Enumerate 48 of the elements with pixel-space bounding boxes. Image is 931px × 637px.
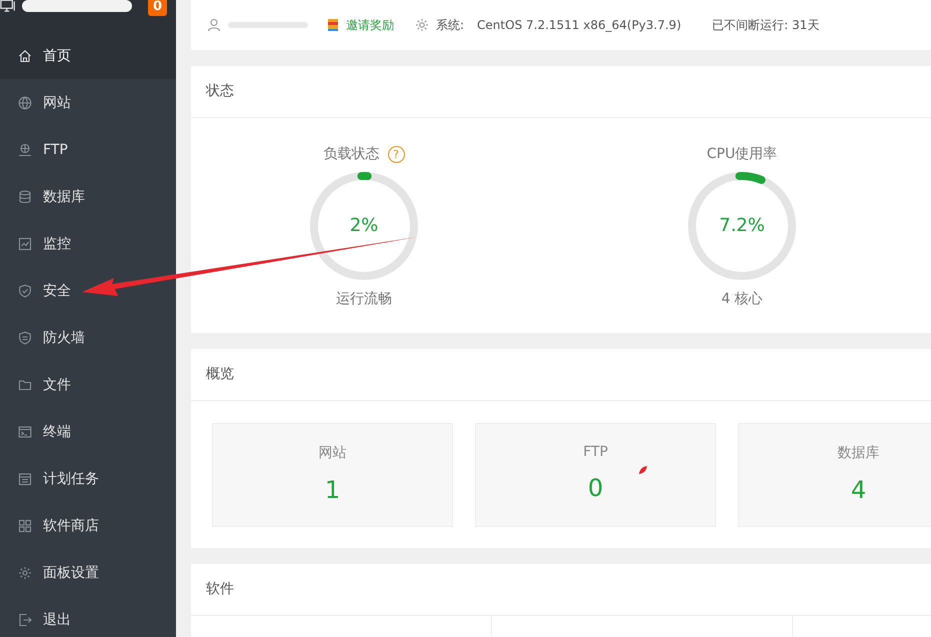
globe-icon	[18, 96, 32, 110]
shield-icon	[18, 330, 32, 344]
sidebar-item[interactable]: 监控	[0, 220, 176, 267]
settings-icon	[18, 566, 32, 580]
user-icon	[207, 18, 221, 32]
logout-icon	[18, 612, 32, 626]
panel-title: 概览	[191, 349, 931, 401]
sidebar-item[interactable]: 防火墙	[0, 314, 176, 361]
sidebar-item[interactable]: 网站	[0, 79, 176, 126]
grid-icon	[18, 518, 32, 532]
stat-label: 数据库	[838, 444, 880, 462]
sidebar-item[interactable]: 软件商店	[0, 502, 176, 549]
sidebar-item[interactable]: 面板设置	[0, 549, 176, 596]
sidebar-item[interactable]: 计划任务	[0, 455, 176, 502]
sidebar-item[interactable]: 数据库	[0, 173, 176, 220]
folder-icon	[18, 378, 32, 392]
gauge-caption: 运行流畅	[336, 290, 392, 308]
database-icon	[18, 190, 32, 204]
sidebar-item[interactable]: 退出	[0, 596, 176, 637]
sidebar-item[interactable]: 文件	[0, 361, 176, 408]
chart-icon	[18, 236, 32, 250]
gauge-caption: 4 核心	[721, 290, 763, 308]
stat-value: 0	[588, 474, 604, 502]
panel-title: 状态	[191, 66, 931, 118]
uptime-text: 已不间断运行: 31天	[712, 16, 820, 34]
gauge-title: CPU使用率	[706, 145, 778, 163]
stat-value: 1	[324, 476, 340, 504]
system-label: 系统:	[436, 16, 464, 34]
panel-title: 软件	[191, 564, 931, 616]
gauge-title: 负载状态	[324, 145, 380, 163]
sidebar-item[interactable]: 安全	[0, 267, 176, 314]
gauge-value: 2%	[348, 215, 380, 236]
system-info: CentOS 7.2.1511 x86_64(Py3.7.9)	[477, 18, 682, 32]
sidebar-item[interactable]: FTP	[0, 126, 176, 173]
monitor-icon	[0, 0, 16, 14]
gauge-value: 7.2%	[718, 215, 766, 236]
gift-icon	[327, 18, 339, 32]
home-icon	[18, 48, 32, 62]
sidebar-item[interactable]: 首页	[0, 32, 176, 79]
ink-blot	[638, 465, 648, 475]
calendar-icon	[18, 472, 32, 486]
terminal-icon	[18, 424, 32, 438]
network-icon	[18, 142, 32, 156]
stat-label: 网站	[318, 444, 346, 462]
shield-icon	[18, 284, 32, 298]
stat-value: 4	[850, 476, 866, 504]
stat-label: FTP	[583, 444, 608, 460]
sidebar-item[interactable]: 终端	[0, 408, 176, 455]
